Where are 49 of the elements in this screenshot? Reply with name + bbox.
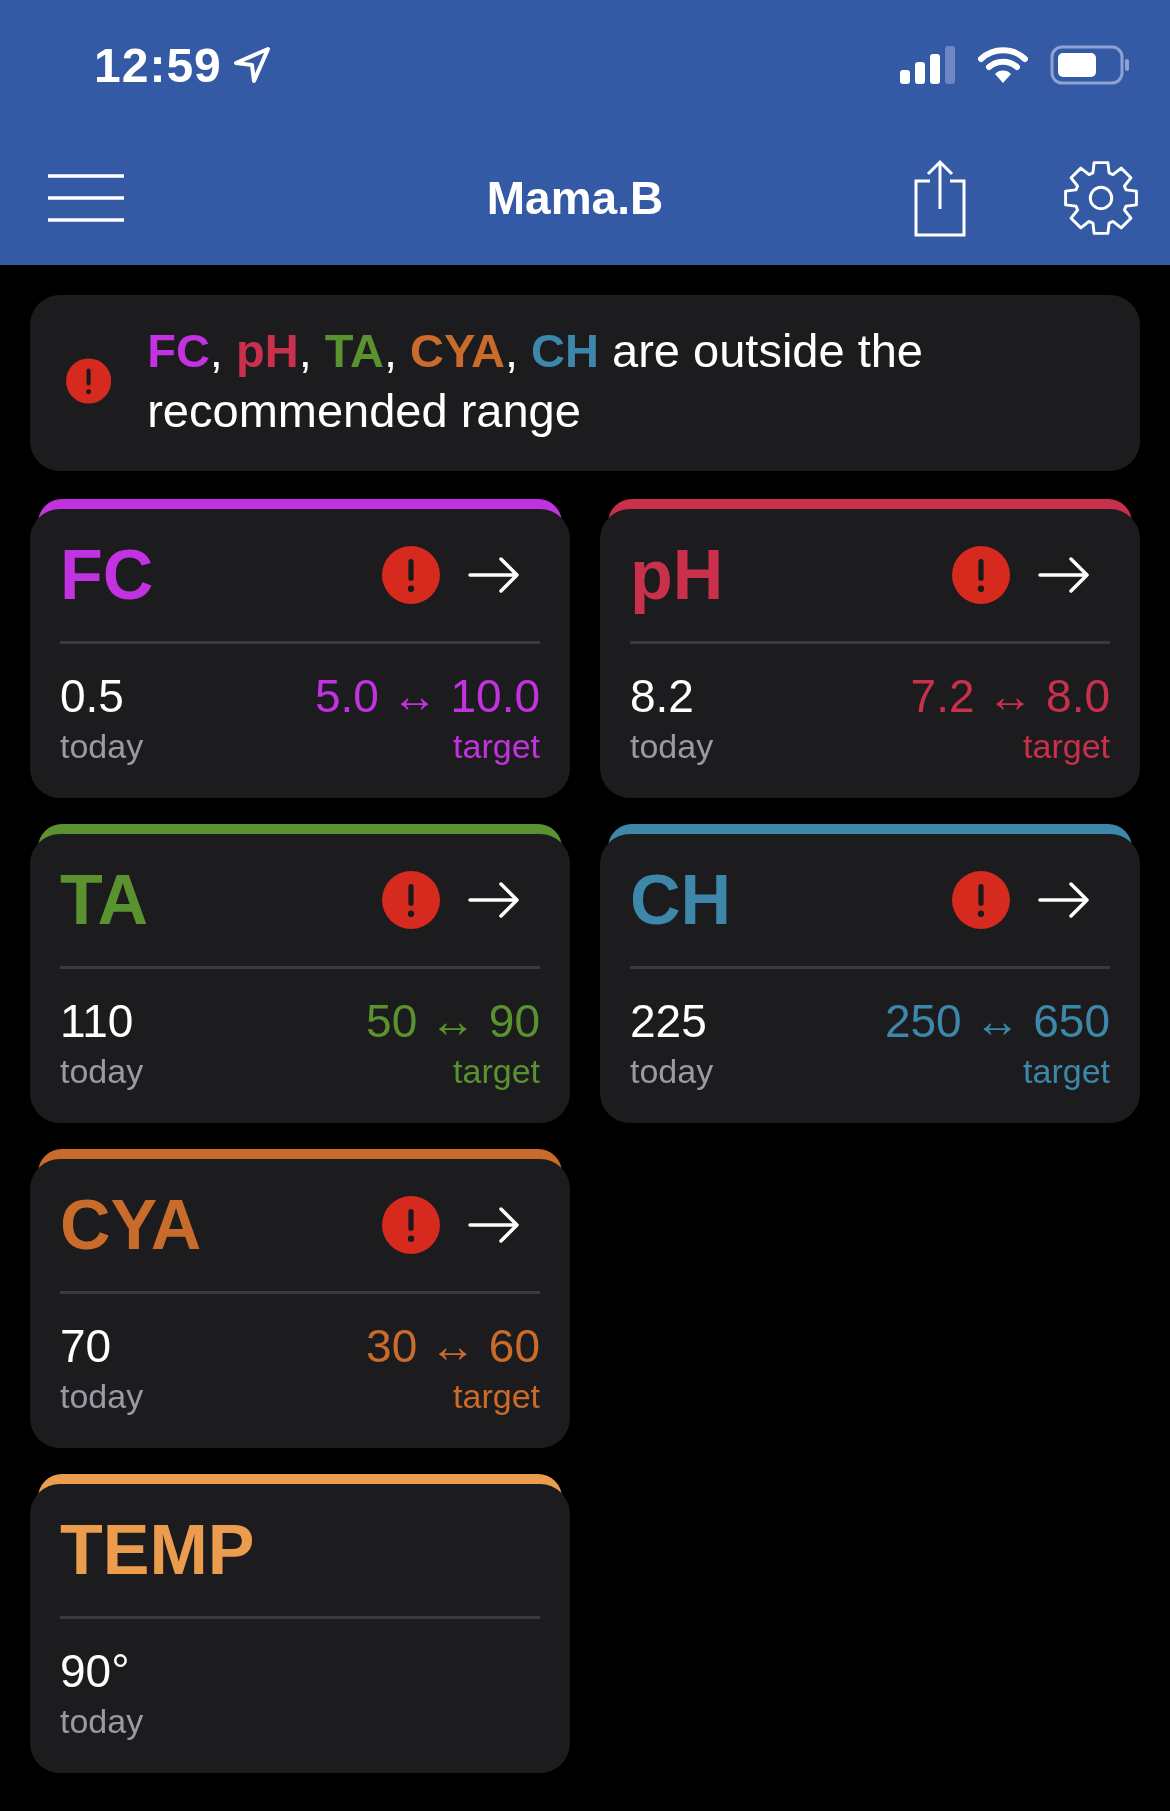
today-label: today xyxy=(60,726,144,767)
parameter-card[interactable]: TA 110 today 50 ↔ 90 target xyxy=(30,834,570,1123)
share-icon[interactable] xyxy=(914,158,966,237)
arrow-right-icon[interactable] xyxy=(1038,557,1090,593)
parameter-name: FC xyxy=(60,535,155,615)
parameter-name: pH xyxy=(630,535,725,615)
arrow-right-icon[interactable] xyxy=(468,1207,520,1243)
menu-icon[interactable] xyxy=(46,172,126,223)
parameter-name: CH xyxy=(630,860,733,940)
target-range: 7.2 ↔ 8.0 xyxy=(910,669,1110,724)
settings-icon[interactable] xyxy=(1062,158,1140,237)
today-label: today xyxy=(60,1701,144,1742)
parameter-name: TEMP xyxy=(60,1510,256,1590)
today-label: today xyxy=(60,1051,144,1092)
target-label: target xyxy=(1023,1051,1110,1092)
target-range: 250 ↔ 650 xyxy=(884,994,1110,1049)
target-label: target xyxy=(1023,726,1110,767)
wifi-icon xyxy=(978,46,1028,84)
target-range: 50 ↔ 90 xyxy=(366,994,540,1049)
parameter-card[interactable]: FC 0.5 today 5.0 ↔ 10.0 target xyxy=(30,509,570,798)
today-value: 225 xyxy=(630,994,708,1049)
location-arrow-icon xyxy=(231,45,272,85)
today-value: 110 xyxy=(60,994,135,1049)
parameter-card[interactable]: TEMP 90° today xyxy=(30,1484,570,1773)
status-time: 12:59 xyxy=(94,37,222,93)
parameter-card[interactable]: pH 8.2 today 7.2 ↔ 8.0 target xyxy=(600,509,1140,798)
parameter-name: TA xyxy=(60,860,150,940)
arrow-right-icon[interactable] xyxy=(468,557,520,593)
parameter-name: CYA xyxy=(60,1185,203,1265)
target-label: target xyxy=(453,726,540,767)
target-range: 5.0 ↔ 10.0 xyxy=(314,669,540,724)
today-value: 70 xyxy=(60,1319,113,1374)
target-label: target xyxy=(453,1376,540,1417)
arrow-right-icon[interactable] xyxy=(1038,882,1090,918)
parameter-card[interactable]: CYA 70 today 30 ↔ 60 target xyxy=(30,1159,570,1448)
battery-icon xyxy=(1050,45,1130,85)
parameter-card[interactable]: CH 225 today 250 ↔ 650 target xyxy=(600,834,1140,1123)
today-label: today xyxy=(630,1051,714,1092)
today-value: 8.2 xyxy=(630,669,695,724)
target-range: 30 ↔ 60 xyxy=(366,1319,540,1374)
alert-message: FC, pH, TA, CYA, CH are outside the recommended range xyxy=(147,323,924,439)
today-value: 0.5 xyxy=(60,669,125,724)
arrow-right-icon[interactable] xyxy=(468,882,520,918)
today-label: today xyxy=(630,726,714,767)
today-label: today xyxy=(60,1376,144,1417)
app-title: Mama.B xyxy=(485,170,665,225)
signal-icon xyxy=(900,46,956,84)
target-label: target xyxy=(453,1051,540,1092)
today-value: 90° xyxy=(60,1644,131,1699)
